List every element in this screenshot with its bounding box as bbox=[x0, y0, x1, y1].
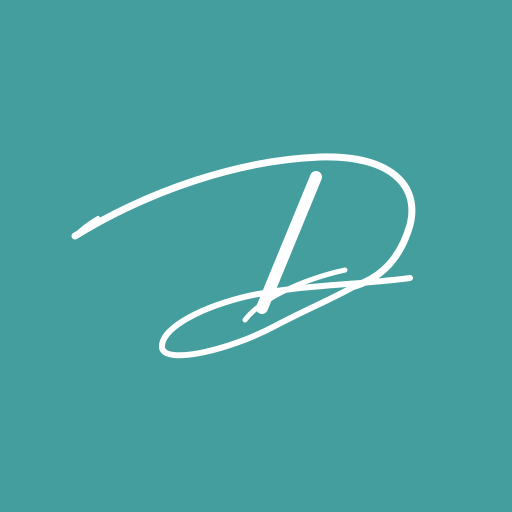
logo-top-arc bbox=[71, 153, 416, 290]
app-icon bbox=[0, 0, 512, 512]
script-letter-d-logo-icon bbox=[71, 153, 416, 359]
